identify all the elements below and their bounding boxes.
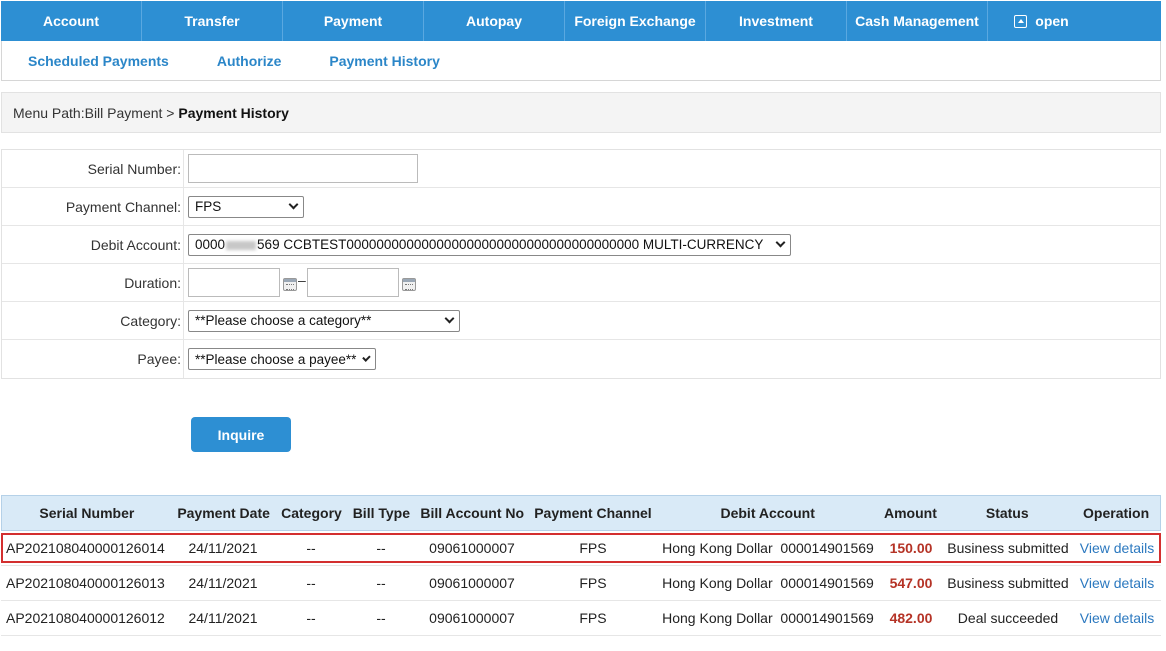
category-select[interactable]: **Please choose a category** xyxy=(188,309,460,332)
cell-amount: 150.00 xyxy=(889,540,933,556)
sub-nav: Scheduled Payments Authorize Payment His… xyxy=(1,41,1161,81)
debit-account-suffix: 569 CCBTEST00000000000000000000000000000… xyxy=(257,237,764,252)
breadcrumb: Menu Path:Bill Payment > Payment History xyxy=(1,92,1161,133)
cell-status: Business submitted xyxy=(947,540,1069,556)
nav-payment[interactable]: Payment xyxy=(283,1,424,41)
cell-amount: 482.00 xyxy=(889,610,933,626)
serial-number-input[interactable] xyxy=(188,154,418,183)
calendar-icon[interactable] xyxy=(401,278,416,291)
search-form: Serial Number: Payment Channel: FPS Debi… xyxy=(1,149,1161,379)
nav-investment[interactable]: Investment xyxy=(706,1,847,41)
duration-end-input[interactable] xyxy=(306,268,399,297)
cell-category: -- xyxy=(306,610,316,626)
table-row: AP202108040000126014 24/11/2021 -- -- 09… xyxy=(1,531,1161,566)
cell-serial-number: AP202108040000126014 xyxy=(6,540,165,556)
nav-transfer[interactable]: Transfer xyxy=(142,1,283,41)
payee-select[interactable]: **Please choose a payee** xyxy=(188,348,376,370)
cell-bill-type: -- xyxy=(376,540,386,556)
calendar-icon[interactable] xyxy=(283,278,297,291)
nav-foreign-exchange[interactable]: Foreign Exchange xyxy=(565,1,706,41)
breadcrumb-path: Menu Path:Bill Payment > xyxy=(13,104,179,121)
view-details-link[interactable]: View details xyxy=(1073,575,1161,591)
form-row-duration: Duration: – xyxy=(2,264,1160,302)
cell-bill-type: -- xyxy=(376,610,386,626)
nav-cash-management[interactable]: Cash Management xyxy=(847,1,988,41)
masked-digits xyxy=(226,240,257,250)
top-nav: Account Transfer Payment Autopay Foreign… xyxy=(1,1,1161,41)
duration-start-input[interactable] xyxy=(188,268,280,297)
form-row-channel: Payment Channel: FPS xyxy=(2,188,1160,226)
table-header: Serial Number Payment Date Category Bill… xyxy=(1,495,1161,531)
cell-payment-channel: FPS xyxy=(579,610,607,626)
table-row: AP202108040000126013 24/11/2021 -- -- 09… xyxy=(1,566,1161,601)
cell-payment-channel: FPS xyxy=(579,540,607,556)
payee-label: Payee: xyxy=(2,340,184,378)
cell-payment-date: 24/11/2021 xyxy=(188,575,258,591)
header-amount: Amount xyxy=(883,505,937,521)
nav-autopay[interactable]: Autopay xyxy=(424,1,565,41)
header-operation: Operation xyxy=(1083,505,1150,521)
header-bill-type: Bill Type xyxy=(352,505,410,521)
chevron-down-icon xyxy=(775,237,786,248)
nav-open-label: open xyxy=(1035,13,1069,29)
cell-category: -- xyxy=(306,540,316,556)
cell-payment-date: 24/11/2021 xyxy=(188,540,258,556)
cell-debit-account: Hong Kong Dollar 000014901569 xyxy=(662,575,874,591)
breadcrumb-current: Payment History xyxy=(178,104,289,121)
cell-category: -- xyxy=(306,575,316,591)
cell-serial-number: AP202108040000126012 xyxy=(6,610,165,626)
form-row-category: Category: **Please choose a category** xyxy=(2,302,1160,340)
view-details-link[interactable]: View details xyxy=(1073,610,1161,626)
inquire-button[interactable]: Inquire xyxy=(191,417,291,452)
header-bill-account-no: Bill Account No xyxy=(420,505,525,521)
debit-account-select[interactable]: 0000 569 CCBTEST0000000000000000000000000… xyxy=(188,233,791,256)
cell-status: Deal succeeded xyxy=(957,610,1059,626)
results-table: Serial Number Payment Date Category Bill… xyxy=(1,495,1161,636)
chevron-down-icon xyxy=(444,313,455,324)
cell-debit-account: Hong Kong Dollar 000014901569 xyxy=(662,610,874,626)
cell-amount: 547.00 xyxy=(889,575,933,591)
chevron-down-icon xyxy=(288,199,299,210)
debit-account-prefix: 0000 xyxy=(195,237,226,252)
cell-serial-number: AP202108040000126013 xyxy=(6,575,165,591)
cell-status: Business submitted xyxy=(947,575,1069,591)
cell-payment-channel: FPS xyxy=(579,575,607,591)
cell-bill-account-no: 09061000007 xyxy=(429,575,515,591)
cell-debit-account: Hong Kong Dollar 000014901569 xyxy=(662,540,874,556)
payment-channel-select[interactable]: FPS xyxy=(188,195,304,218)
chevron-down-icon xyxy=(362,352,371,362)
duration-label: Duration: xyxy=(2,264,184,301)
cell-bill-type: -- xyxy=(376,575,386,591)
expand-up-icon xyxy=(1014,14,1028,28)
view-details-link[interactable]: View details xyxy=(1073,540,1161,556)
header-payment-channel: Payment Channel xyxy=(534,505,652,521)
nav-account[interactable]: Account xyxy=(1,1,142,41)
header-debit-account: Debit Account xyxy=(720,505,815,521)
table-row: AP202108040000126012 24/11/2021 -- -- 09… xyxy=(1,601,1161,636)
subnav-scheduled-payments[interactable]: Scheduled Payments xyxy=(28,53,169,69)
header-serial-number: Serial Number xyxy=(39,505,135,521)
serial-number-label: Serial Number: xyxy=(2,150,184,187)
debit-account-value: 0000 569 CCBTEST0000000000000000000000000… xyxy=(195,237,763,252)
nav-open-button[interactable]: open xyxy=(988,1,1095,41)
duration-separator: – xyxy=(298,272,306,288)
category-value: **Please choose a category** xyxy=(195,313,372,328)
category-label: Category: xyxy=(2,302,184,339)
subnav-authorize[interactable]: Authorize xyxy=(217,53,282,69)
form-row-payee: Payee: **Please choose a payee** xyxy=(2,340,1160,378)
cell-bill-account-no: 09061000007 xyxy=(429,540,515,556)
payment-channel-label: Payment Channel: xyxy=(2,188,184,225)
debit-account-label: Debit Account: xyxy=(2,226,184,263)
cell-payment-date: 24/11/2021 xyxy=(188,610,258,626)
form-row-serial: Serial Number: xyxy=(2,150,1160,188)
header-category: Category xyxy=(281,505,342,521)
payment-channel-value: FPS xyxy=(195,199,222,214)
payee-value: **Please choose a payee** xyxy=(195,351,357,367)
subnav-payment-history[interactable]: Payment History xyxy=(329,53,439,69)
cell-bill-account-no: 09061000007 xyxy=(429,610,515,626)
header-status: Status xyxy=(985,505,1029,521)
header-payment-date: Payment Date xyxy=(177,505,270,521)
form-row-debit: Debit Account: 0000 569 CCBTEST0000000000… xyxy=(2,226,1160,264)
